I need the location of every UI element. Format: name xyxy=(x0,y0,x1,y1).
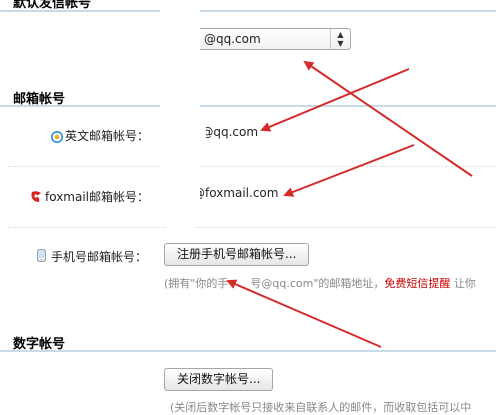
section-divider xyxy=(0,10,496,12)
mobile-account-hint: (拥有"你的手 号@qq.com"的邮箱地址，免费短信提醒 让你 xyxy=(164,275,476,291)
annotation-arrow xyxy=(260,68,410,132)
foxmail-account-value: @foxmail.com xyxy=(193,186,279,200)
english-account-label: 英文邮箱帐号： xyxy=(65,129,150,143)
register-mobile-account-button[interactable]: 注册手机号邮箱帐号... xyxy=(164,243,310,266)
default-sender-select-value: @qq.com xyxy=(204,32,261,46)
hint-middle: 号@qq.com"的邮箱地址， xyxy=(250,277,385,290)
hint-suffix: 让你 xyxy=(450,277,476,290)
mobile-phone-icon xyxy=(37,247,46,266)
hint-prefix: (拥有"你的手 xyxy=(164,277,229,290)
annotation-arrow xyxy=(283,144,415,197)
foxmail-icon xyxy=(30,188,43,207)
row-divider xyxy=(8,227,496,228)
redaction-mark xyxy=(172,60,196,160)
english-account-value: i@qq.com xyxy=(198,125,259,139)
redaction-mark xyxy=(198,118,206,148)
sms-reminder-link[interactable]: 免费短信提醒 xyxy=(384,277,450,290)
select-arrows-icon: ▲ ▼ xyxy=(330,29,350,49)
mobile-account-label: 手机号邮箱帐号： xyxy=(51,250,148,264)
section-divider xyxy=(0,105,496,107)
redaction-mark xyxy=(228,268,250,288)
qq-mail-icon xyxy=(51,128,63,147)
close-digital-account-button[interactable]: 关闭数字帐号... xyxy=(164,368,274,391)
section-divider xyxy=(0,350,496,352)
foxmail-account-label: foxmail邮箱帐号： xyxy=(45,190,150,204)
annotation-arrow xyxy=(303,60,473,177)
row-divider xyxy=(8,166,496,167)
digital-account-hint: (关闭后数字帐号只接收来自联系人的邮件，而收取包括可以中 xyxy=(170,401,472,414)
default-sender-select[interactable]: @qq.com ▲ ▼ xyxy=(193,28,351,50)
